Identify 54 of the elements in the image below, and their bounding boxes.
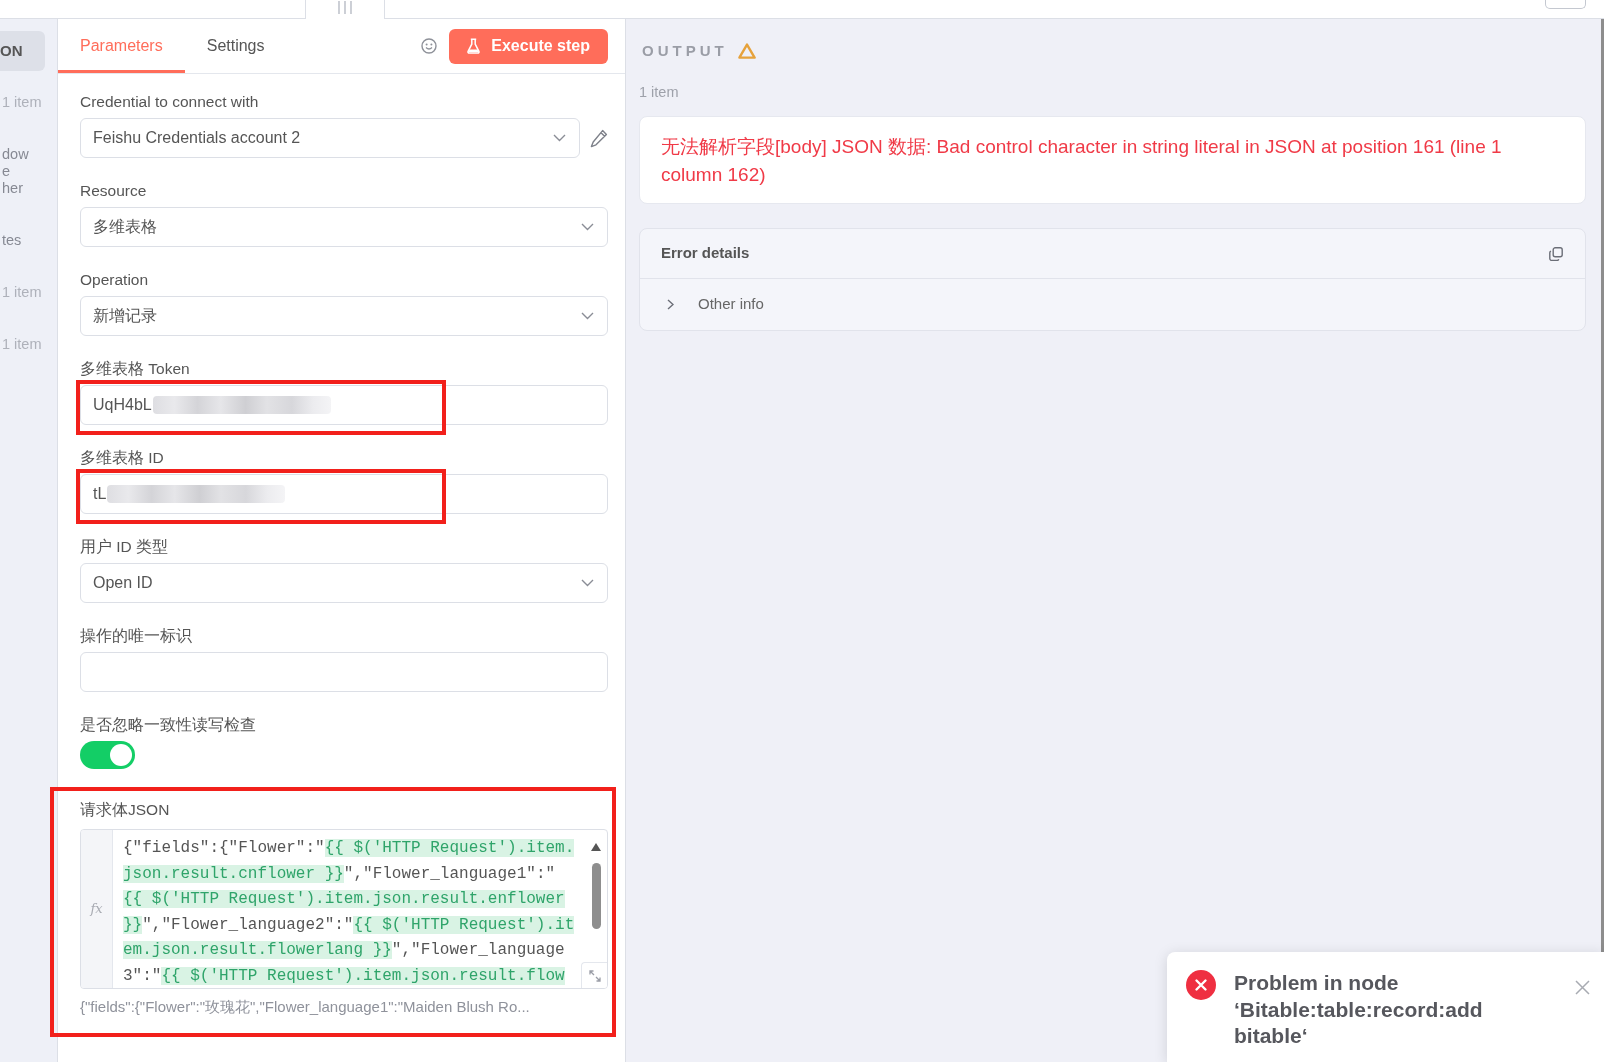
chevron-down-icon[interactable] — [581, 312, 594, 320]
tab[interactable]: Settings — [184, 19, 287, 73]
select-field[interactable]: 多维表格 — [80, 207, 608, 247]
item-count: 1 item — [2, 284, 42, 301]
code-line: json.result.cnflower }}","Flower_language1":" — [123, 863, 556, 885]
field-label: 多维表格 ID — [80, 448, 164, 468]
view-toggle-button[interactable]: ON — [0, 31, 45, 71]
text-field[interactable]: UqH4bL — [80, 385, 608, 425]
section-title: Error details — [661, 243, 750, 264]
code-line: 3":"{{ $('HTTP Request').item.json.result.flow — [123, 965, 565, 987]
field-label: Resource — [80, 181, 147, 201]
drag-handle-icon[interactable] — [338, 1, 352, 14]
close-icon[interactable] — [1575, 980, 1590, 995]
notification-title: Problem in node ‘Bitable:table:record:add bitable‘ — [1234, 970, 1484, 1049]
field-label: 用户 ID 类型 — [80, 537, 169, 557]
field-label: Credential to connect with — [80, 92, 259, 112]
code-editor[interactable] — [80, 829, 608, 989]
error-message: 无法解析字段[body] JSON 数据: Bad control character in string literal in JSON at position 161 (line 1 column 162) — [661, 135, 1503, 187]
code-line: {"fields":{"Flower":"{{ $('HTTP Request').item. — [123, 838, 575, 859]
select-field[interactable]: 新增记录 — [80, 296, 608, 336]
item-count: 1 item — [2, 94, 42, 111]
select-field[interactable]: Feishu Credentials account 2 — [80, 118, 580, 158]
chevron-down-icon[interactable] — [553, 134, 566, 142]
code-line: }}","Flower_language2":"{{ $('HTTP Request').it — [123, 914, 575, 936]
text-field[interactable] — [80, 652, 608, 692]
item-count: 1 item — [639, 83, 679, 101]
smiley-icon[interactable] — [421, 38, 438, 54]
expand-icon — [588, 969, 601, 982]
panel-title: OUTPUT — [642, 41, 728, 61]
scroll-up-arrow-icon[interactable] — [591, 843, 601, 851]
field-label: 操作的唯一标识 — [80, 626, 192, 646]
node-name: tes — [2, 232, 23, 249]
expand-button[interactable] — [581, 962, 607, 988]
pencil-icon[interactable] — [590, 128, 608, 148]
flask-icon — [467, 38, 481, 54]
scrollbar-thumb[interactable] — [592, 863, 601, 929]
error-icon — [1186, 970, 1216, 1000]
expression-gutter: fx — [81, 830, 113, 988]
item-count: 1 item — [2, 336, 42, 353]
field-label: 多维表格 Token — [80, 359, 190, 379]
field-label: 是否忽略一致性读写检查 — [80, 715, 256, 735]
field-label: 请求体JSON — [80, 800, 170, 820]
expression-preview: {"fields":{"Flower":"玫瑰花","Flower_language1":"Maiden Blush Ro... — [80, 997, 530, 1017]
copy-icon[interactable] — [1549, 246, 1563, 261]
text-field[interactable]: tL — [80, 474, 608, 514]
toolbar-button[interactable] — [1545, 0, 1586, 9]
select-field[interactable]: Open ID — [80, 563, 608, 603]
node-name: dow e her — [2, 146, 30, 197]
code-line: em.json.result.flowerlang }}","Flower_language — [123, 940, 565, 961]
chevron-down-icon[interactable] — [581, 223, 594, 231]
field-label: Operation — [80, 270, 149, 290]
toggle-switch[interactable] — [80, 741, 135, 769]
chevron-down-icon[interactable] — [581, 579, 594, 587]
collapsible-row[interactable]: Other info — [640, 279, 764, 330]
